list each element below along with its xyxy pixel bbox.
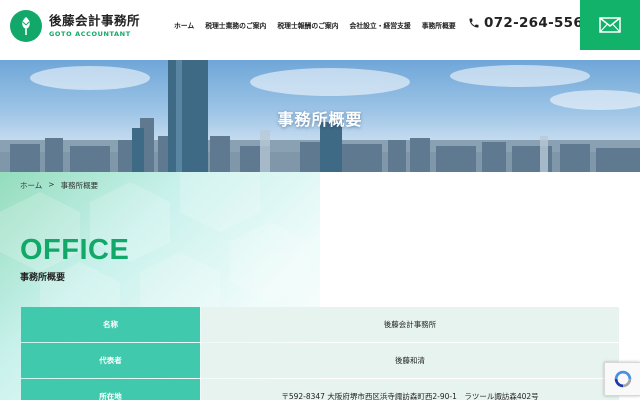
site-header: 後藤会計事務所 GOTO ACCOUNTANT ホーム 税理士業務のご案内 税理… — [0, 0, 640, 60]
row-value: 〒592-8347 大阪府堺市西区浜寺諏訪森町西2-90-1 ラツール諏訪森40… — [201, 379, 619, 400]
nav-item-office[interactable]: 事務所概要 — [422, 20, 456, 30]
row-label: 所在地 — [21, 379, 200, 400]
breadcrumb-current: 事務所概要 — [60, 181, 99, 190]
recaptcha-icon — [614, 370, 631, 388]
main-nav: ホーム 税理士業務のご案内 税理士報酬のご案内 会社設立・経営支援 事務所概要 — [174, 20, 456, 30]
logo-name: 後藤会計事務所 — [49, 13, 141, 28]
hero-title: 事務所概要 — [277, 110, 363, 129]
phone-icon — [469, 18, 479, 28]
table-row: 代表者 後藤和清 — [21, 343, 619, 378]
section-title: OFFICE — [20, 234, 130, 266]
table-row: 所在地 〒592-8347 大阪府堺市西区浜寺諏訪森町西2-90-1 ラツール諏… — [21, 379, 619, 400]
nav-item-fees[interactable]: 税理士報酬のご案内 — [277, 20, 338, 30]
mail-button[interactable] — [580, 0, 640, 50]
office-info-table: 名称 後藤会計事務所 代表者 後藤和清 所在地 〒592-8347 大阪府堺市西… — [21, 307, 619, 400]
phone-link[interactable]: 072-264-5567 — [468, 15, 593, 31]
table-row: 名称 後藤会計事務所 — [21, 307, 619, 342]
site-logo[interactable]: 後藤会計事務所 GOTO ACCOUNTANT — [10, 10, 140, 42]
breadcrumb-home[interactable]: ホーム — [20, 180, 42, 191]
nav-item-incorporation[interactable]: 会社設立・経営支援 — [350, 20, 411, 30]
mail-icon — [599, 17, 621, 33]
nav-item-home[interactable]: ホーム — [174, 20, 194, 30]
row-label: 代表者 — [21, 343, 200, 378]
breadcrumb-separator: > — [48, 180, 55, 189]
recaptcha-badge[interactable] — [604, 362, 640, 396]
logo-mark-icon — [10, 10, 42, 42]
row-label: 名称 — [21, 307, 200, 342]
breadcrumb: ホーム > 事務所概要 — [20, 180, 98, 191]
row-value: 後藤和清 — [201, 343, 619, 378]
logo-subtitle: GOTO ACCOUNTANT — [49, 30, 131, 38]
main-content: ホーム > 事務所概要 OFFICE 事務所概要 名称 後藤会計事務所 代表者 … — [0, 172, 640, 400]
phone-number: 072-264-5567 — [484, 15, 593, 31]
row-value: 後藤会計事務所 — [201, 307, 619, 342]
nav-item-services[interactable]: 税理士業務のご案内 — [205, 20, 266, 30]
hero-banner: 事務所概要 — [0, 60, 640, 172]
section-subtitle: 事務所概要 — [20, 273, 66, 283]
